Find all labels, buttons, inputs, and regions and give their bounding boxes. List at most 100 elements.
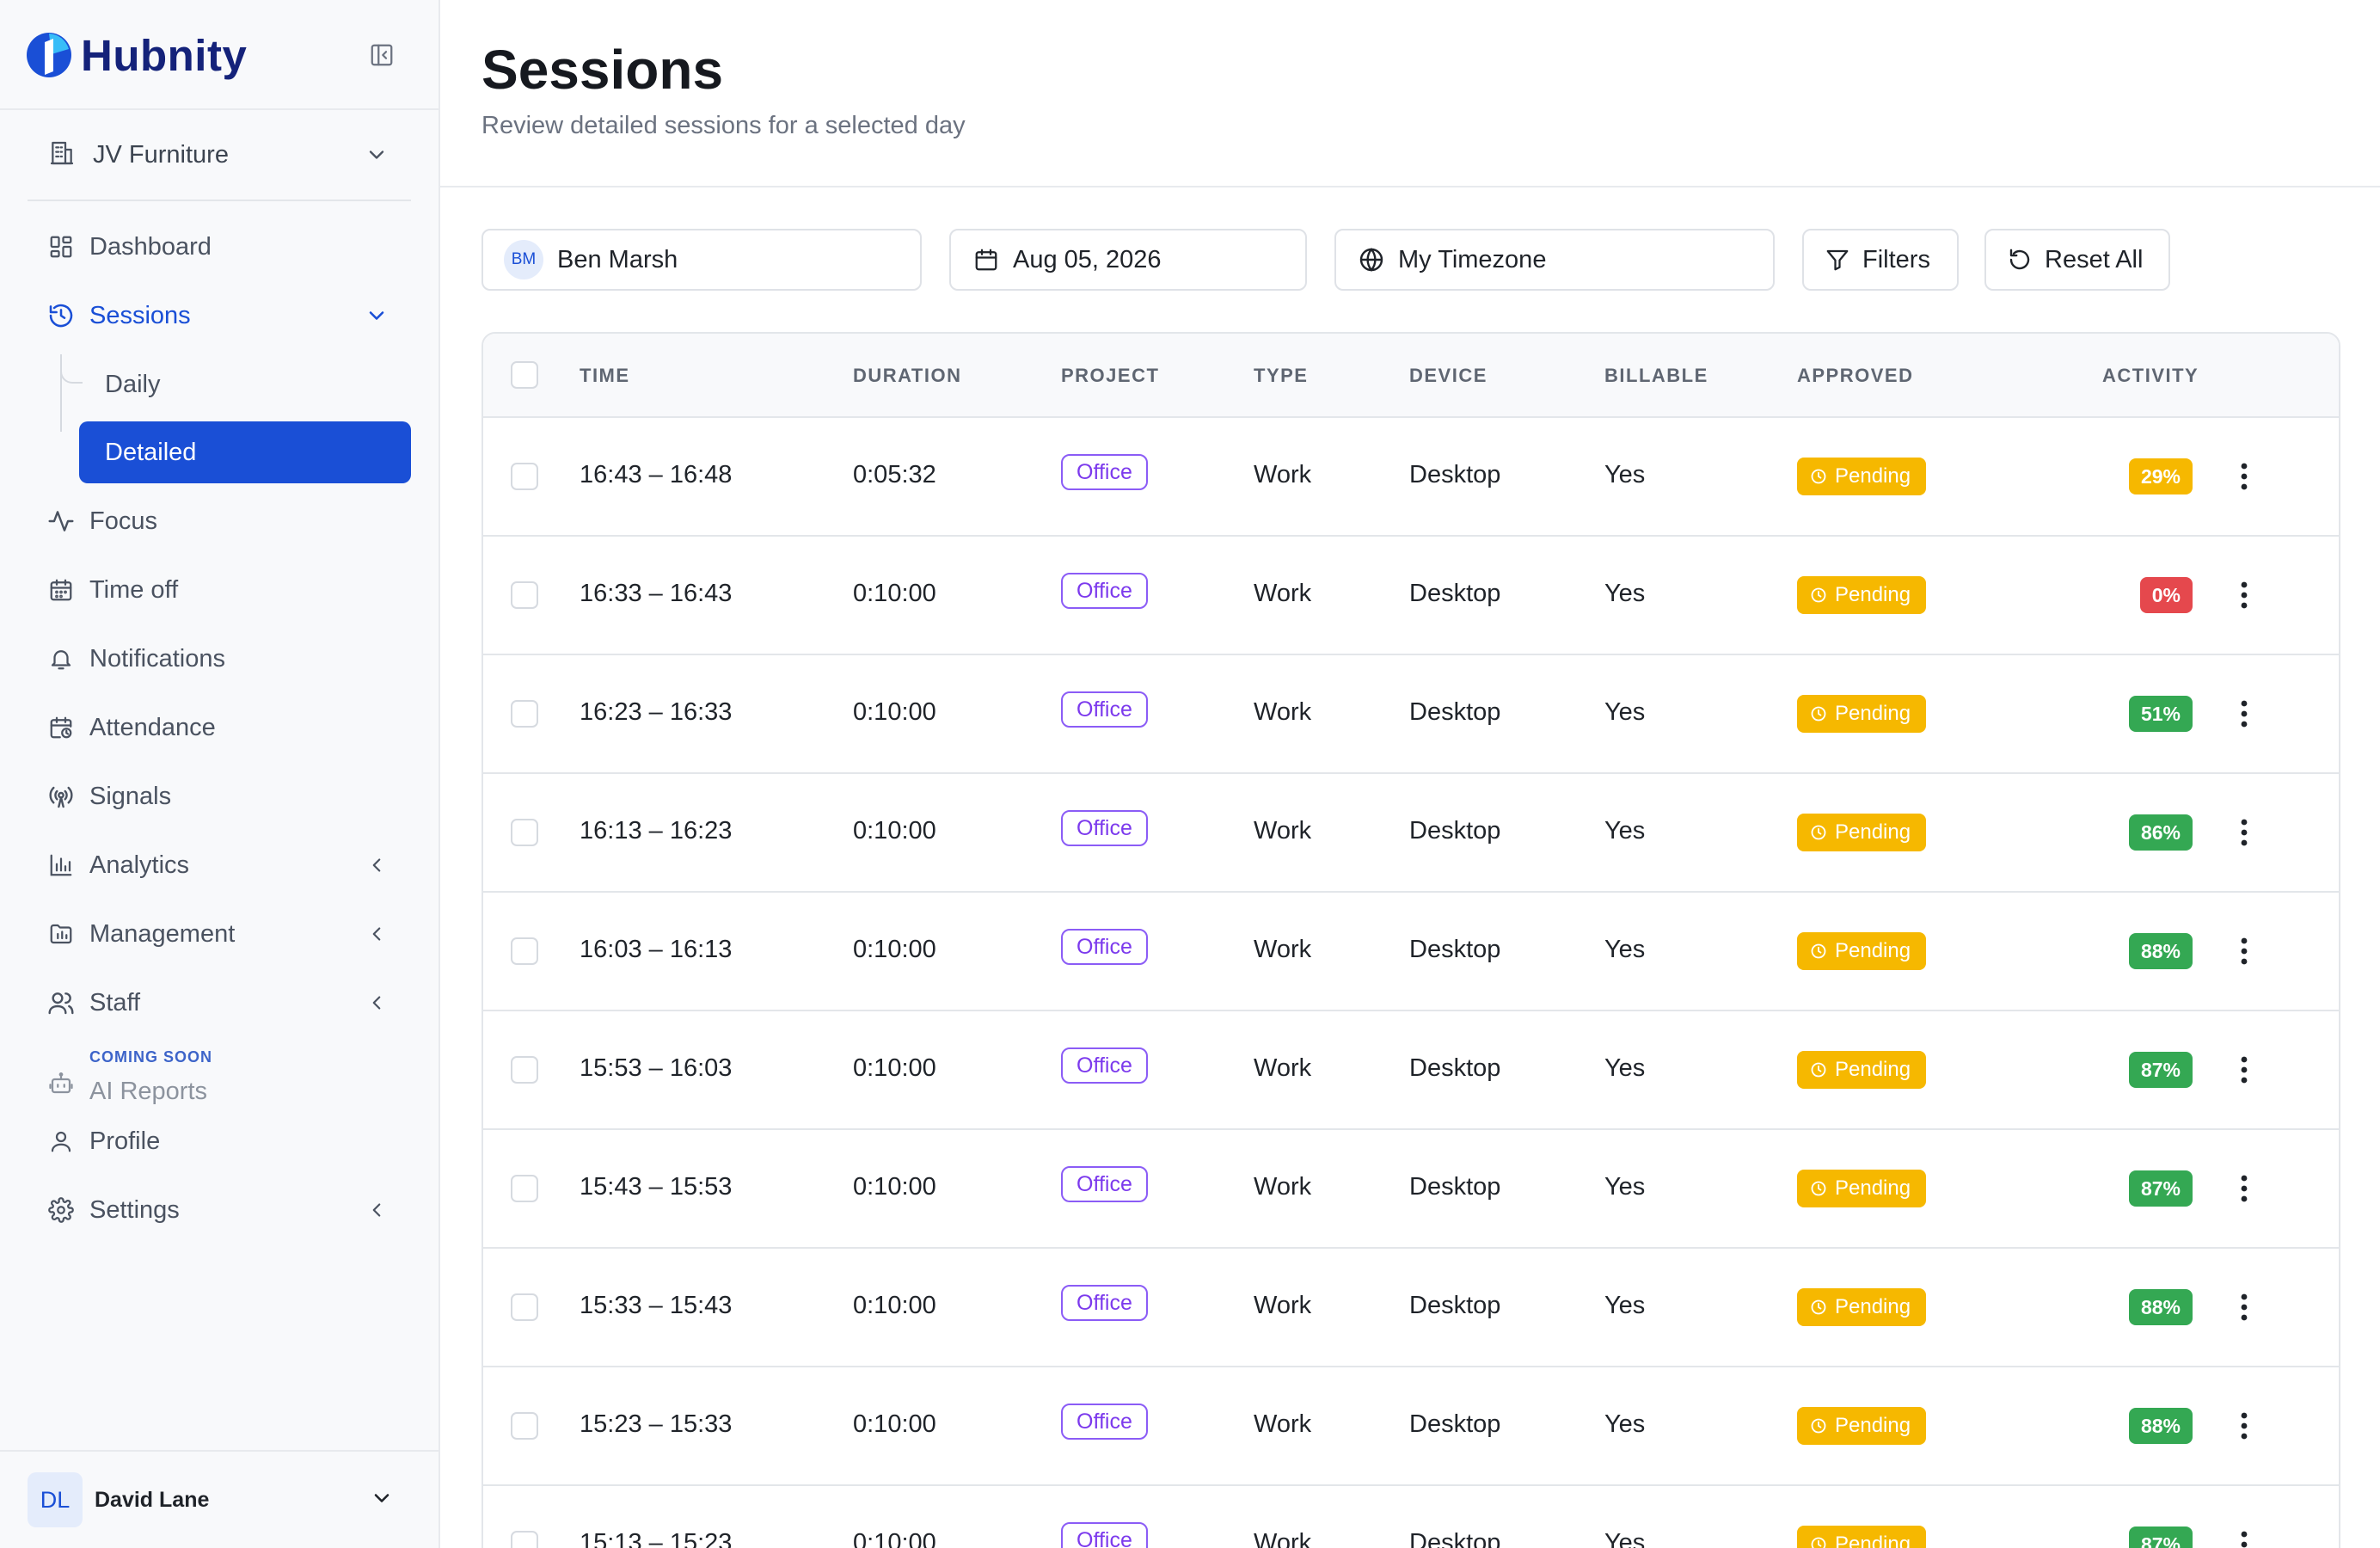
nav-sessions[interactable]: Sessions: [28, 285, 411, 347]
table-row[interactable]: 16:03 – 16:13 0:10:00 Office Work Desktop Yes…: [483, 893, 2339, 1011]
row-checkbox[interactable]: [511, 1293, 538, 1321]
cell-time: 15:43 – 15:53: [580, 1173, 733, 1201]
nav-analytics[interactable]: Analytics: [28, 834, 411, 896]
chevron-left-icon: [363, 920, 390, 948]
select-all-checkbox[interactable]: [511, 361, 538, 389]
cell-device: Desktop: [1409, 936, 1501, 963]
more-options-icon[interactable]: [2227, 1527, 2261, 1548]
cell-device: Desktop: [1409, 1173, 1501, 1201]
table-row[interactable]: 16:33 – 16:43 0:10:00 Office Work Desktop Yes…: [483, 537, 2339, 655]
table-row[interactable]: 15:53 – 16:03 0:10:00 Office Work Desktop Yes…: [483, 1011, 2339, 1130]
nav-settings[interactable]: Settings: [28, 1179, 411, 1241]
workspace-name: JV Furniture: [93, 140, 229, 169]
row-checkbox[interactable]: [511, 1531, 538, 1548]
row-checkbox[interactable]: [511, 700, 538, 728]
col-duration[interactable]: DURATION: [853, 365, 961, 387]
project-badge: Office: [1061, 454, 1148, 490]
table-row[interactable]: 16:43 – 16:48 0:05:32 Office Work Desktop Yes…: [483, 418, 2339, 537]
nav-label: Profile: [89, 1127, 161, 1155]
nav-sessions-daily[interactable]: Daily: [79, 353, 411, 415]
row-checkbox[interactable]: [511, 581, 538, 609]
activity-badge: 88%: [2128, 933, 2193, 969]
chevron-down-icon: [370, 1486, 394, 1514]
more-options-icon[interactable]: [2227, 1290, 2261, 1324]
cell-device: Desktop: [1409, 1292, 1501, 1319]
reset-all-button[interactable]: Reset All: [1984, 229, 2170, 291]
nav-label: Signals: [89, 782, 172, 810]
cell-time: 16:13 – 16:23: [580, 817, 733, 845]
col-type[interactable]: TYPE: [1254, 365, 1308, 387]
row-checkbox[interactable]: [511, 819, 538, 846]
col-device[interactable]: DEVICE: [1409, 365, 1488, 387]
cell-type: Work: [1254, 698, 1312, 726]
table-row[interactable]: 15:33 – 15:43 0:10:00 Office Work Desktop Yes…: [483, 1249, 2339, 1367]
cell-duration: 0:10:00: [853, 817, 936, 845]
col-time[interactable]: TIME: [580, 365, 630, 387]
project-badge: Office: [1061, 1285, 1148, 1321]
project-badge: Office: [1061, 573, 1148, 609]
member-name: Ben Marsh: [557, 245, 678, 273]
chevron-left-icon: [363, 851, 390, 879]
more-options-icon[interactable]: [2227, 578, 2261, 612]
building-icon: [48, 139, 76, 171]
cell-duration: 0:10:00: [853, 1410, 936, 1438]
cell-time: 15:53 – 16:03: [580, 1054, 733, 1082]
row-checkbox[interactable]: [511, 1056, 538, 1084]
nav-notifications[interactable]: Notifications: [28, 628, 411, 690]
more-options-icon[interactable]: [2227, 697, 2261, 731]
brand[interactable]: Hubnity: [26, 28, 247, 83]
nav-timeoff[interactable]: Time off: [28, 559, 411, 621]
table-row[interactable]: 15:23 – 15:33 0:10:00 Office Work Desktop Yes…: [483, 1367, 2339, 1486]
nav-signals[interactable]: Signals: [28, 765, 411, 827]
divider: [28, 200, 411, 201]
user-menu[interactable]: DL David Lane: [28, 1471, 411, 1529]
row-checkbox[interactable]: [511, 1175, 538, 1202]
gear-icon: [46, 1195, 76, 1225]
col-activity[interactable]: ACTIVITY: [2102, 365, 2199, 387]
cell-billable: Yes: [1604, 1292, 1646, 1319]
table-row[interactable]: 15:43 – 15:53 0:10:00 Office Work Desktop Yes…: [483, 1130, 2339, 1249]
bar-chart-icon: [46, 851, 76, 880]
nav-label: Notifications: [89, 644, 225, 673]
workspace-selector[interactable]: JV Furniture: [28, 124, 411, 186]
date-picker[interactable]: Aug 05, 2026: [949, 229, 1307, 291]
more-options-icon[interactable]: [2227, 815, 2261, 850]
more-options-icon[interactable]: [2227, 1171, 2261, 1206]
more-options-icon[interactable]: [2227, 1053, 2261, 1087]
filters-button[interactable]: Filters: [1802, 229, 1959, 291]
more-options-icon[interactable]: [2227, 934, 2261, 968]
more-options-icon[interactable]: [2227, 1409, 2261, 1443]
nav-label: Focus: [89, 507, 157, 535]
nav-label: Time off: [89, 575, 179, 604]
col-project[interactable]: PROJECT: [1061, 365, 1159, 387]
cell-time: 15:33 – 15:43: [580, 1292, 733, 1319]
globe-icon: [1357, 245, 1386, 274]
table-row[interactable]: 15:13 – 15:23 0:10:00 Office Work Desktop Yes…: [483, 1486, 2339, 1548]
col-billable[interactable]: BILLABLE: [1604, 365, 1708, 387]
table-row[interactable]: 16:13 – 16:23 0:10:00 Office Work Desktop Yes…: [483, 774, 2339, 893]
table-row[interactable]: 16:23 – 16:33 0:10:00 Office Work Desktop Yes…: [483, 655, 2339, 774]
nav-focus[interactable]: Focus: [28, 490, 411, 552]
row-checkbox[interactable]: [511, 463, 538, 490]
nav-sessions-detailed[interactable]: Detailed: [79, 421, 411, 483]
chevron-down-icon: [363, 302, 390, 329]
more-options-icon[interactable]: [2227, 459, 2261, 494]
nav-profile[interactable]: Profile: [28, 1110, 411, 1172]
row-checkbox[interactable]: [511, 1412, 538, 1440]
nav-staff[interactable]: Staff: [28, 972, 411, 1034]
nav-label: Staff: [89, 988, 141, 1017]
row-checkbox[interactable]: [511, 937, 538, 965]
chevron-left-icon: [363, 1196, 390, 1224]
col-approved[interactable]: APPROVED: [1797, 365, 1913, 387]
clock-icon: [1809, 1179, 1828, 1198]
nav-attendance[interactable]: Attendance: [28, 697, 411, 759]
cell-time: 15:13 – 15:23: [580, 1529, 733, 1548]
nav-dashboard[interactable]: Dashboard: [28, 216, 411, 278]
cell-billable: Yes: [1604, 1054, 1646, 1082]
approval-status-badge: Pending: [1797, 576, 1927, 614]
member-select[interactable]: BM Ben Marsh: [482, 229, 922, 291]
approval-status-label: Pending: [1835, 939, 1911, 962]
collapse-sidebar-icon[interactable]: [365, 38, 399, 72]
nav-management[interactable]: Management: [28, 903, 411, 965]
timezone-select[interactable]: My Timezone: [1334, 229, 1775, 291]
